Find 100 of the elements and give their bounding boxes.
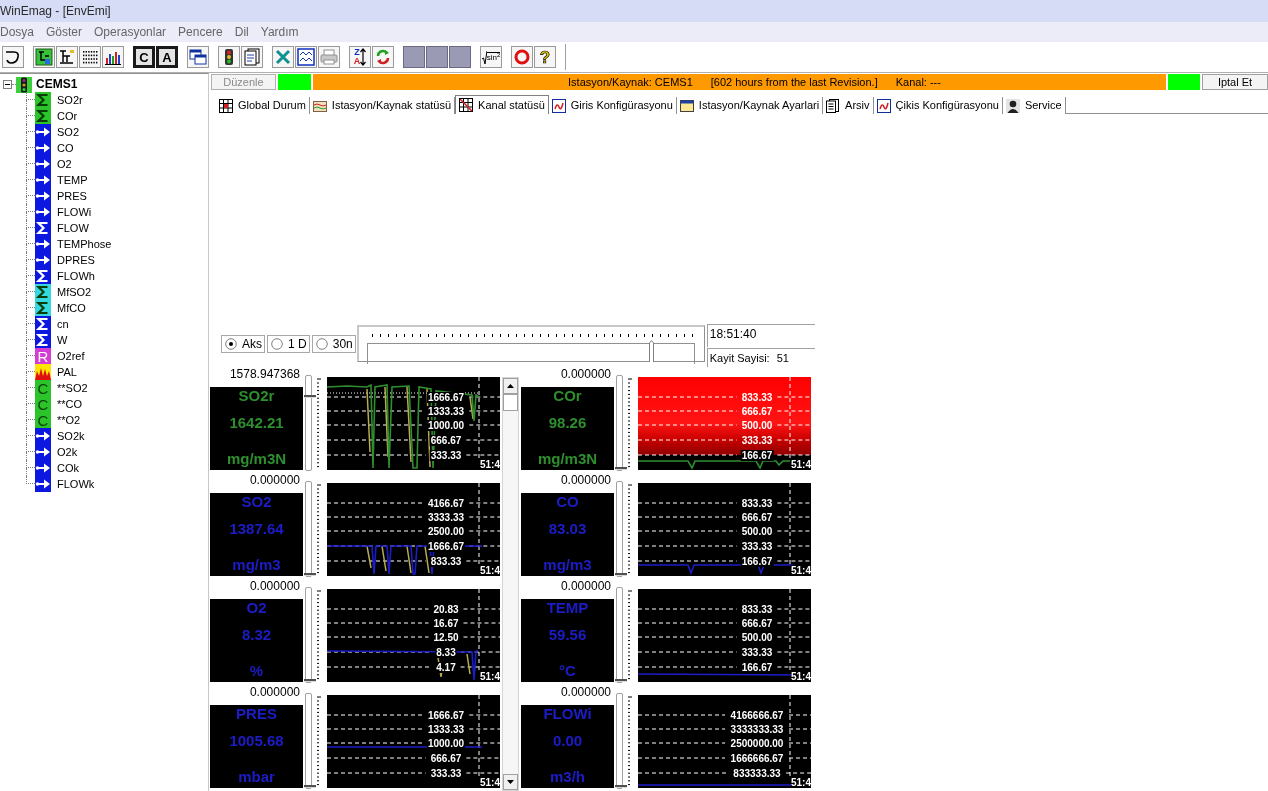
time-label: 51:4 bbox=[480, 459, 500, 470]
tree-item[interactable]: TEMP bbox=[57, 172, 88, 188]
tree-item[interactable]: SO2r bbox=[57, 92, 83, 108]
tree-item[interactable]: DPRES bbox=[57, 252, 95, 268]
axis-label: 1666.67 bbox=[426, 392, 466, 403]
tree-item[interactable]: O2k bbox=[57, 444, 78, 460]
tree-item[interactable]: SO2k bbox=[57, 428, 85, 444]
toolbar-button[interactable] bbox=[218, 46, 240, 68]
tab[interactable]: Kanal statüsü bbox=[455, 95, 549, 114]
menu-item[interactable]: Operasyonlar bbox=[94, 23, 167, 41]
axis-label: 4166.67 bbox=[426, 498, 466, 509]
toolbar-button[interactable] bbox=[56, 46, 78, 68]
scroll-down-button[interactable] bbox=[503, 774, 518, 790]
menu-item[interactable]: Dil bbox=[234, 23, 249, 41]
scribble-icon bbox=[876, 98, 891, 113]
slider-thumb[interactable] bbox=[615, 785, 627, 788]
radio-button[interactable]: 1 D bbox=[267, 335, 310, 353]
channel-name: TEMP bbox=[546, 600, 589, 616]
tab[interactable]: Çikis Konfigürasyonu bbox=[873, 97, 1003, 114]
tree-item[interactable]: FLOWh bbox=[57, 268, 95, 284]
refresh-icon bbox=[374, 48, 392, 66]
tree-item[interactable]: CO bbox=[57, 140, 74, 156]
tree-item[interactable]: TEMPhose bbox=[57, 236, 112, 252]
tab[interactable]: Global Durum bbox=[216, 97, 310, 114]
collapse-icon[interactable] bbox=[3, 80, 12, 89]
slider-thumb[interactable] bbox=[615, 573, 627, 576]
timeline-slider[interactable] bbox=[356, 325, 705, 362]
vertical-scrollbar[interactable] bbox=[502, 377, 519, 791]
slider-thumb[interactable] bbox=[304, 679, 316, 682]
slider-thumb[interactable] bbox=[304, 395, 316, 398]
channel-name: COr bbox=[553, 388, 582, 404]
toolbar-button[interactable] bbox=[79, 46, 101, 68]
tab[interactable]: Giris Konfigürasyonu bbox=[548, 97, 677, 114]
channel-unit: °C bbox=[559, 663, 576, 679]
drive-button[interactable]: C bbox=[133, 46, 155, 68]
axis-label: 833.33 bbox=[740, 392, 774, 403]
axis-label: 333.33 bbox=[429, 768, 463, 779]
menu-item[interactable]: Pencere bbox=[178, 23, 223, 41]
axis-label: 166.67 bbox=[740, 556, 774, 567]
sort-button[interactable]: Z A bbox=[349, 46, 371, 68]
menu-item[interactable]: Dosya bbox=[0, 23, 34, 41]
tab[interactable]: Istasyon/Kaynak Ayarlari bbox=[676, 97, 824, 114]
time-label: 51:4 bbox=[791, 671, 811, 682]
grid-icon bbox=[219, 98, 233, 113]
tab[interactable]: Istasyon/Kaynak statüsü bbox=[309, 97, 456, 114]
tree-item[interactable]: FLOW bbox=[57, 220, 89, 236]
tree-item[interactable]: O2ref bbox=[57, 348, 85, 364]
tree-item[interactable]: **CO bbox=[57, 396, 83, 412]
caret-up-icon bbox=[507, 384, 514, 388]
tree-item[interactable]: COr bbox=[57, 108, 78, 124]
tree-item[interactable]: O2 bbox=[57, 156, 72, 172]
tree-item[interactable]: PAL bbox=[57, 364, 77, 380]
axis-label: 833.33 bbox=[740, 498, 774, 509]
toolbar-button[interactable] bbox=[187, 46, 209, 68]
drive-button[interactable]: A bbox=[156, 46, 178, 68]
tree-item[interactable]: FLOWi bbox=[57, 204, 92, 220]
toolbar-button[interactable] bbox=[295, 46, 317, 68]
slider-thumb[interactable] bbox=[304, 573, 316, 576]
radio-button[interactable]: 30n bbox=[311, 335, 356, 353]
tree-root-label[interactable]: CEMS1 bbox=[36, 77, 78, 92]
axis-label: 12.50 bbox=[432, 632, 460, 643]
time-label: 51:4 bbox=[791, 459, 811, 470]
cancel-button[interactable]: Iptal Et bbox=[1202, 74, 1268, 90]
tree-item[interactable]: FLOWk bbox=[57, 476, 95, 492]
axis-label: 333.33 bbox=[429, 450, 463, 461]
slider-thumb[interactable] bbox=[304, 785, 316, 788]
channel-value: 8.32 bbox=[241, 627, 272, 643]
tree-item[interactable]: MfSO2 bbox=[57, 284, 92, 300]
tree-item[interactable]: MfCO bbox=[57, 300, 86, 316]
tab[interactable]: Service bbox=[1002, 97, 1066, 114]
tab[interactable]: Arsiv bbox=[823, 97, 874, 114]
toolbar-button[interactable] bbox=[2, 46, 24, 68]
tree-item[interactable]: **SO2 bbox=[57, 380, 88, 396]
toolbar-button[interactable] bbox=[102, 46, 124, 68]
time-label: 51:4 bbox=[480, 671, 500, 682]
scroll-thumb[interactable] bbox=[503, 394, 518, 411]
channel-unit: % bbox=[249, 663, 264, 679]
tree-item[interactable]: SO2 bbox=[57, 124, 79, 140]
tree-item[interactable]: PRES bbox=[57, 188, 87, 204]
channel-value: 98.26 bbox=[548, 415, 587, 431]
radio-button[interactable]: Aks bbox=[221, 335, 265, 353]
toolbar-button[interactable] bbox=[241, 46, 263, 68]
channel-name: FLOWi bbox=[543, 706, 592, 722]
slider-thumb[interactable] bbox=[615, 679, 627, 682]
toolbar-button[interactable] bbox=[33, 46, 55, 68]
axis-label: 1333.33 bbox=[426, 724, 466, 735]
tree-item[interactable]: COk bbox=[57, 460, 79, 476]
tree-item[interactable]: cn bbox=[57, 316, 69, 332]
scroll-up-button[interactable] bbox=[503, 378, 518, 394]
formula-button[interactable]: sin$^{2}$ bbox=[480, 46, 502, 68]
menu-item[interactable]: Yardım bbox=[260, 23, 299, 41]
slider-thumb[interactable] bbox=[648, 340, 654, 362]
scale-label: 1578.947368 bbox=[228, 367, 301, 382]
channel-value: 1387.64 bbox=[229, 521, 284, 537]
tree-item[interactable]: W bbox=[57, 332, 68, 348]
slider-thumb[interactable] bbox=[615, 467, 627, 470]
traffic-light-icon bbox=[16, 76, 32, 93]
menu-item[interactable]: Göster bbox=[46, 23, 83, 41]
tree-item[interactable]: **O2 bbox=[57, 412, 81, 428]
axis-label: 166.67 bbox=[740, 450, 774, 461]
